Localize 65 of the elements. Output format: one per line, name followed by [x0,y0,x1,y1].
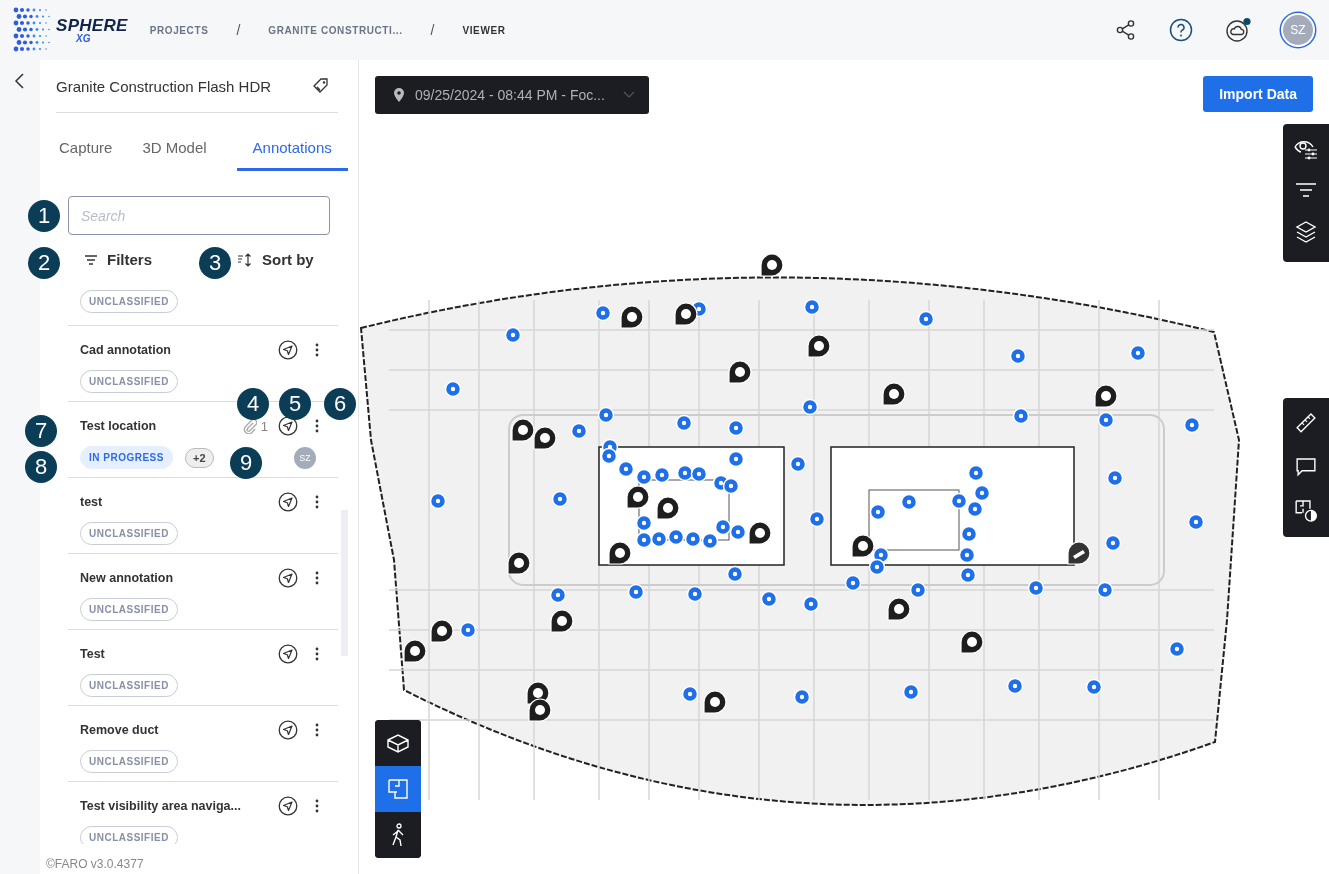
search-field[interactable]: Search [68,196,330,235]
annotation-item[interactable]: New annotation UNCLASSIFIED [68,553,338,629]
location-pin-icon [393,87,405,103]
3d-box-icon [386,733,410,753]
status-tag: UNCLASSIFIED [80,674,178,697]
sort-button[interactable]: Sort by [237,245,314,274]
more-tags-badge: +2 [184,447,214,468]
tab[interactable]: Annotations [236,133,348,171]
sort-icon [237,252,253,267]
status-tag: UNCLASSIFIED [80,370,178,393]
annotation-title: Test [80,647,105,661]
breadcrumb-separator: / [236,22,241,38]
status-tag: UNCLASSIFIED [80,826,178,844]
capture-dropdown[interactable]: 09/25/2024 - 08:44 PM - Foc... [375,76,649,114]
more-options-icon[interactable] [314,418,320,434]
version-text: ©FARO v3.0.4377 [46,857,144,871]
filter-icon[interactable] [1295,182,1317,198]
logo-subtitle: XG [76,33,92,44]
breadcrumb-link[interactable]: PROJECTS [149,24,209,36]
status-tag: IN PROGRESS [80,446,173,469]
ruler-icon[interactable] [1295,412,1317,434]
tab[interactable]: 3D Model [142,133,207,171]
share-icon[interactable] [1115,19,1137,41]
more-options-icon[interactable] [314,342,320,358]
chevron-down-icon [623,91,635,99]
import-data-button[interactable]: Import Data [1203,76,1313,112]
comment-icon[interactable] [1295,455,1317,478]
annotation-title: Cad annotation [80,343,171,357]
breadcrumb-link[interactable]: VIEWER [462,24,506,36]
project-title: Granite Construction Flash HDR [56,77,272,95]
help-icon[interactable] [1169,18,1193,42]
annotation-title: New annotation [80,571,174,585]
assignee-avatar: SZ [294,446,316,469]
cloud-sync-icon[interactable] [1225,17,1253,43]
logo[interactable]: SPHERE XG [10,5,128,55]
annotation-title: Remove duct [80,723,159,737]
layers-icon[interactable] [1295,220,1317,244]
more-options-icon[interactable] [314,798,320,814]
annotation-item[interactable]: Remove duct UNCLASSIFIED [68,705,338,781]
status-tag: UNCLASSIFIED [80,750,178,773]
breadcrumb-separator: / [430,22,435,38]
status-tag: UNCLASSIFIED [80,290,178,313]
more-options-icon[interactable] [314,494,320,510]
annotation-item[interactable]: Test UNCLASSIFIED [68,629,338,705]
annotation-title: test [80,495,103,509]
floor-plan-compare-icon[interactable] [1294,499,1318,523]
annotation-item[interactable]: test UNCLASSIFIED [68,477,338,553]
annotation-title: Test visibility area naviga... [80,799,241,813]
back-chevron-icon[interactable] [14,73,26,89]
filter-icon [84,253,98,266]
more-options-icon[interactable] [314,570,320,586]
attachment-count: 1 [260,418,268,434]
more-options-icon[interactable] [314,646,320,662]
tab[interactable]: Capture [56,133,113,171]
status-tag: UNCLASSIFIED [80,522,178,545]
status-tag: UNCLASSIFIED [80,598,178,621]
more-options-icon[interactable] [314,722,320,738]
annotation-title: Test location [80,419,157,433]
eye-settings-icon[interactable] [1294,138,1318,160]
breadcrumb-link[interactable]: GRANITE CONSTRUCTI... [268,24,403,36]
logo-wordmark: SPHERE [56,16,128,34]
annotation-item[interactable]: Test visibility area naviga... UNCLASSIFIED [68,781,338,844]
floor-plan-icon [387,778,409,800]
tag-icon[interactable] [312,77,330,95]
paperclip-icon [242,418,257,434]
